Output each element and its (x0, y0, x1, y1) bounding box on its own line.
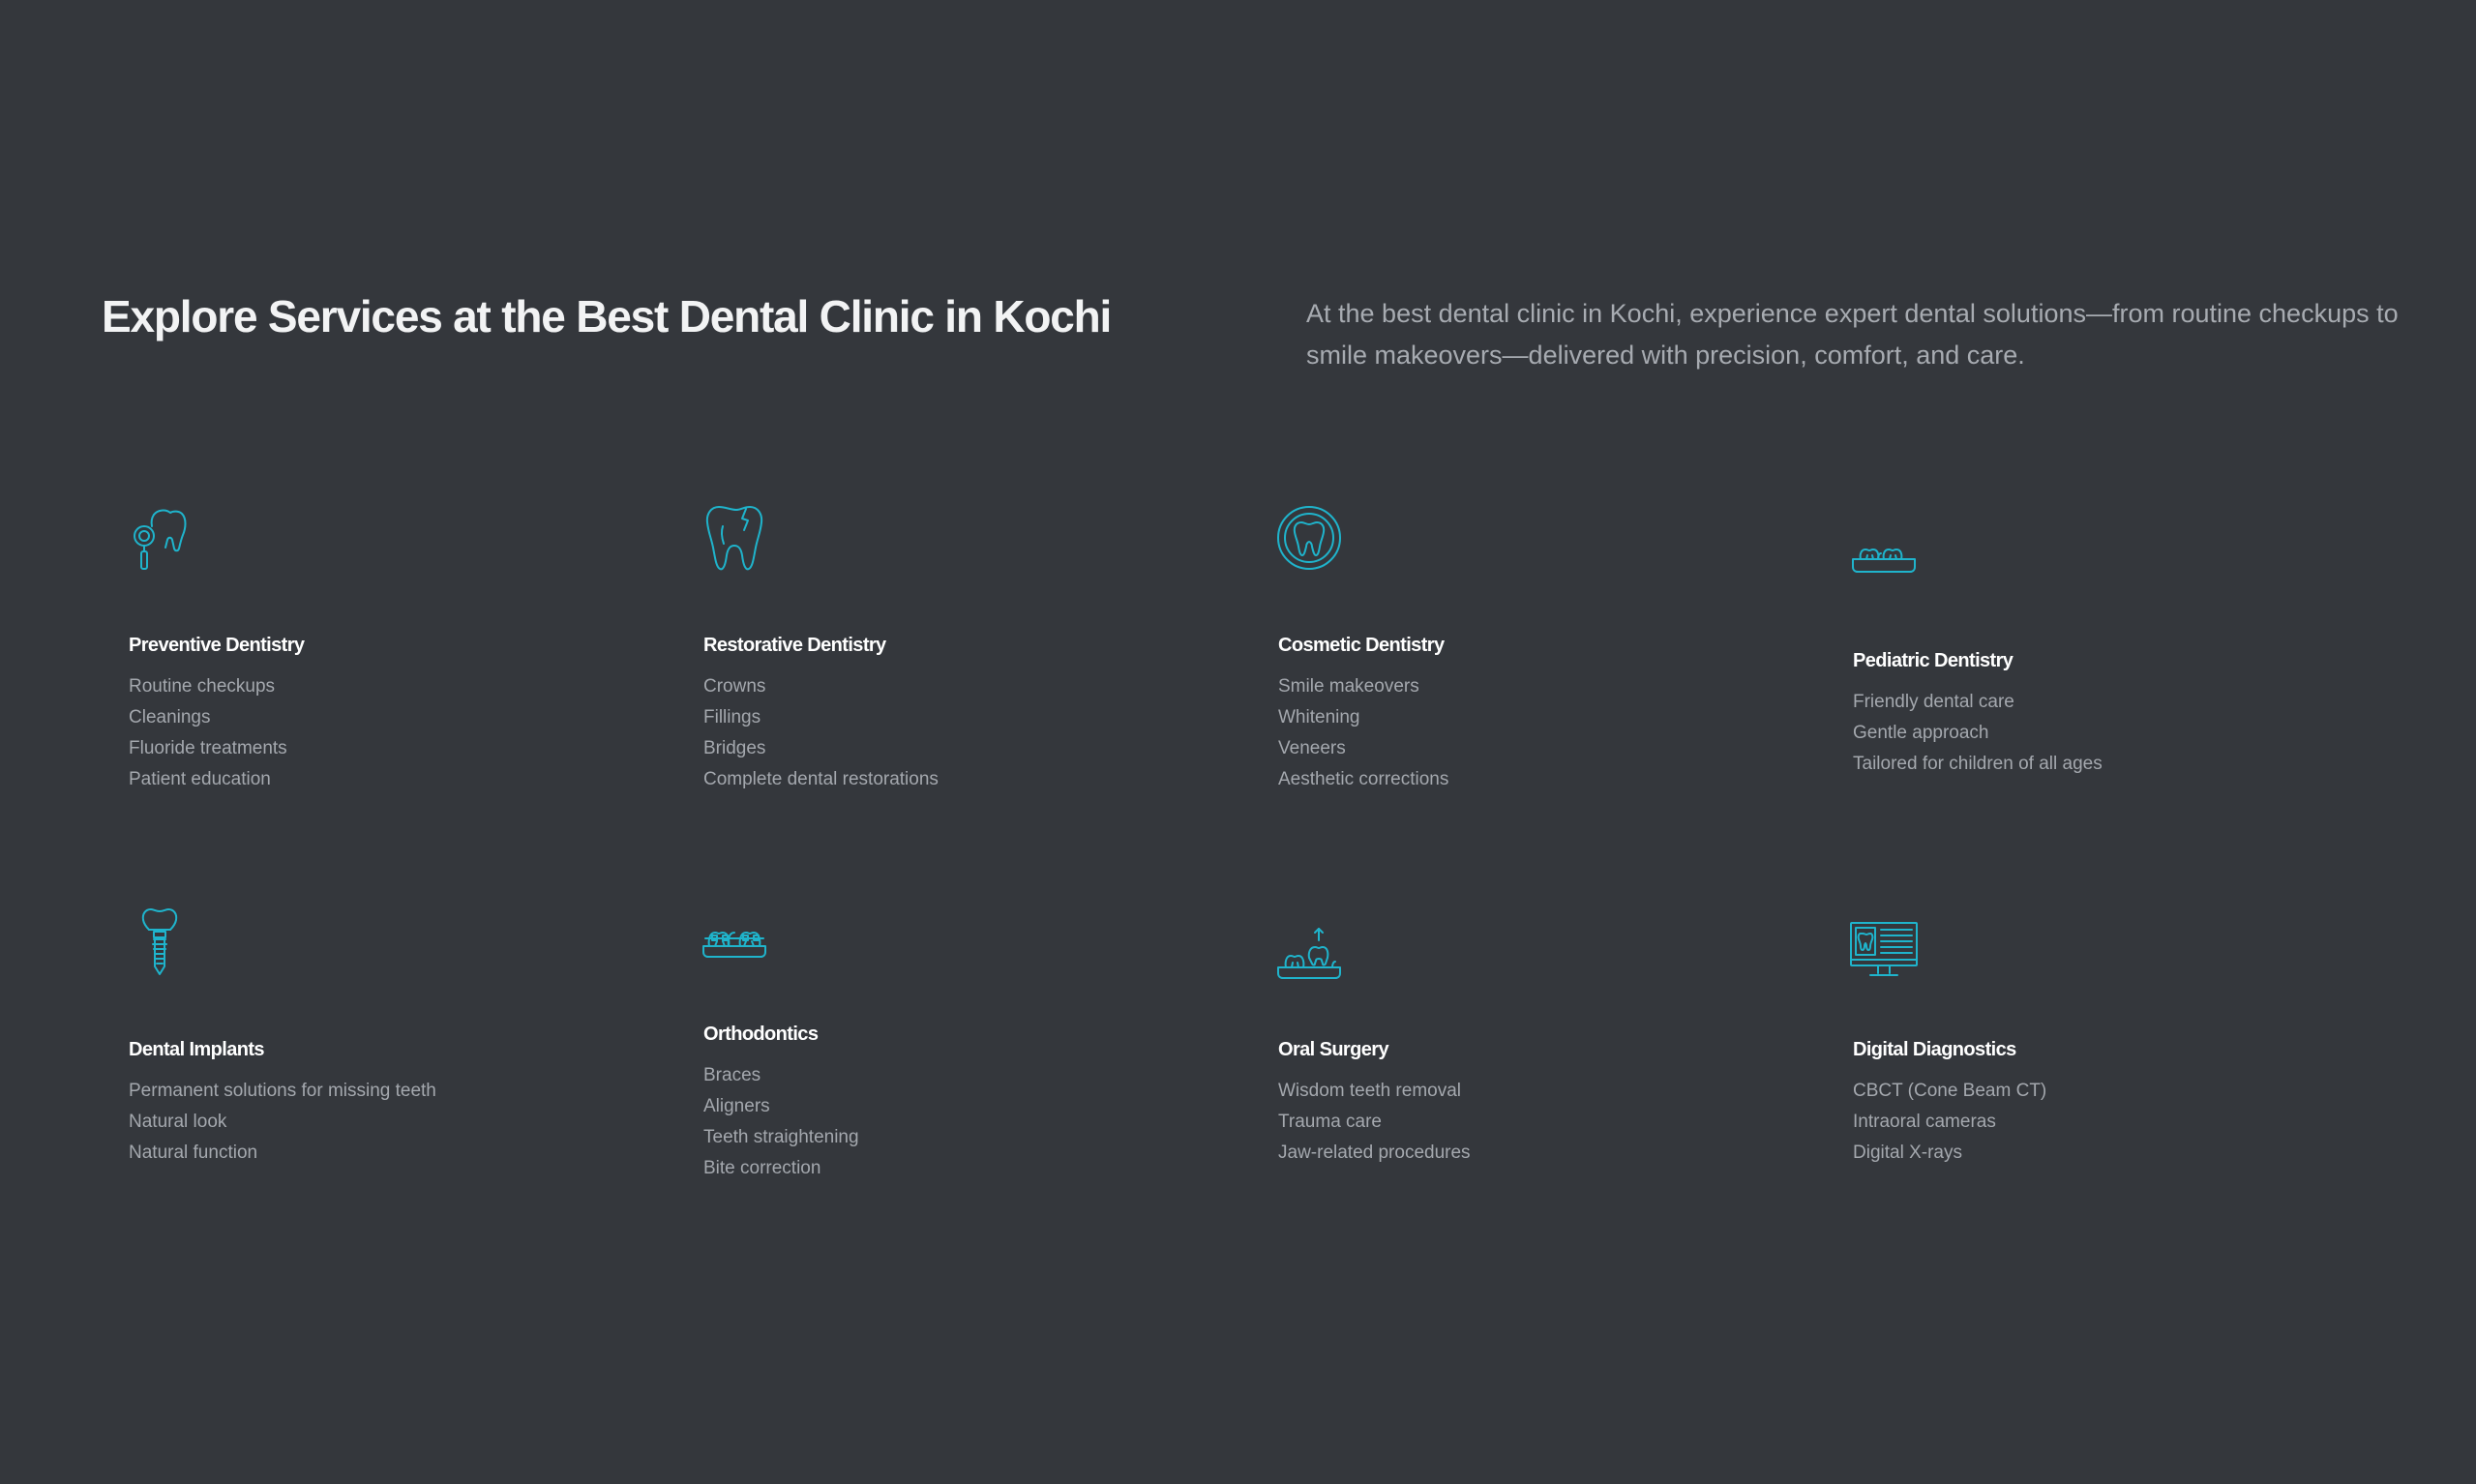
service-title: Dental Implants (129, 1039, 265, 1060)
list-item: Intraoral cameras (1853, 1112, 1996, 1132)
list-item: Friendly dental care (1853, 692, 2014, 712)
service-title: Orthodontics (703, 1024, 819, 1045)
list-item: Routine checkups (129, 676, 276, 697)
service-list: Friendly dental care Gentle approach Tai… (1853, 687, 2103, 780)
service-list: Smile makeovers Whitening Veneers Aesthe… (1278, 671, 1448, 795)
service-title: Cosmetic Dentistry (1278, 635, 1445, 656)
tooth-extraction-icon (1274, 919, 1344, 989)
services-grid: Preventive Dentistry Routine checkups Cl… (129, 503, 2428, 1256)
service-title: Oral Surgery (1278, 1039, 1389, 1060)
dental-implant-icon (125, 907, 194, 977)
teeth-row-icon (1849, 542, 1919, 575)
braces-icon (700, 927, 769, 960)
list-item: Aesthetic corrections (1278, 769, 1449, 789)
list-item: Teeth straightening (703, 1127, 859, 1147)
list-item: Tailored for children of all ages (1853, 754, 2103, 774)
list-item: Whitening (1278, 707, 1360, 727)
list-item: Bite correction (703, 1158, 821, 1178)
service-list: Wisdom teeth removal Trauma care Jaw-rel… (1278, 1076, 1471, 1169)
list-item: Cleanings (129, 707, 211, 727)
service-card-cosmetic-dentistry: Cosmetic Dentistry Smile makeovers White… (1277, 503, 1853, 907)
service-list: Permanent solutions for missing teeth Na… (129, 1076, 436, 1169)
service-card-orthodontics: Orthodontics Braces Aligners Teeth strai… (700, 907, 1278, 1256)
service-title: Restorative Dentistry (703, 635, 886, 656)
service-card-oral-surgery: Oral Surgery Wisdom teeth removal Trauma… (1277, 907, 1853, 1256)
list-item: Natural function (129, 1143, 258, 1163)
service-card-dental-implants: Dental Implants Permanent solutions for … (129, 907, 703, 1256)
list-item: Fluoride treatments (129, 738, 287, 758)
list-item: Digital X-rays (1853, 1143, 1962, 1163)
tooth-circle-icon (1274, 503, 1344, 573)
service-card-pediatric-dentistry: Pediatric Dentistry Friendly dental care… (1852, 503, 2428, 907)
list-item: CBCT (Cone Beam CT) (1853, 1081, 2047, 1101)
list-item: Crowns (703, 676, 766, 697)
service-card-preventive-dentistry: Preventive Dentistry Routine checkups Cl… (129, 503, 703, 907)
service-title: Pediatric Dentistry (1853, 650, 2014, 671)
list-item: Smile makeovers (1278, 676, 1419, 697)
list-item: Complete dental restorations (703, 769, 939, 789)
service-list: CBCT (Cone Beam CT) Intraoral cameras Di… (1853, 1076, 2046, 1169)
list-item: Natural look (129, 1112, 227, 1132)
service-card-restorative-dentistry: Restorative Dentistry Crowns Fillings Br… (703, 503, 1278, 907)
service-list: Routine checkups Cleanings Fluoride trea… (129, 671, 304, 795)
broken-tooth-icon (700, 503, 769, 573)
tooth-magnifier-icon (125, 503, 194, 573)
list-item: Wisdom teeth removal (1278, 1081, 1462, 1101)
list-item: Trauma care (1278, 1112, 1382, 1132)
list-item: Fillings (703, 707, 761, 727)
service-list: Crowns Fillings Bridges Complete dental … (703, 671, 939, 795)
list-item: Aligners (703, 1096, 770, 1116)
monitor-xray-icon (1849, 915, 1919, 985)
list-item: Jaw-related procedures (1278, 1143, 1471, 1163)
service-title: Digital Diagnostics (1853, 1039, 2016, 1060)
list-item: Braces (703, 1065, 761, 1085)
list-item: Veneers (1278, 738, 1346, 758)
list-item: Gentle approach (1853, 723, 1989, 743)
list-item: Bridges (703, 738, 766, 758)
list-item: Patient education (129, 769, 271, 789)
service-card-digital-diagnostics: Digital Diagnostics CBCT (Cone Beam CT) … (1850, 907, 2428, 1256)
section-heading: Explore Services at the Best Dental Clin… (102, 291, 1112, 341)
list-item: Permanent solutions for missing teeth (129, 1081, 436, 1101)
service-title: Preventive Dentistry (129, 635, 305, 656)
service-list: Braces Aligners Teeth straightening Bite… (703, 1060, 859, 1184)
section-intro: At the best dental clinic in Kochi, expe… (1306, 299, 2399, 370)
